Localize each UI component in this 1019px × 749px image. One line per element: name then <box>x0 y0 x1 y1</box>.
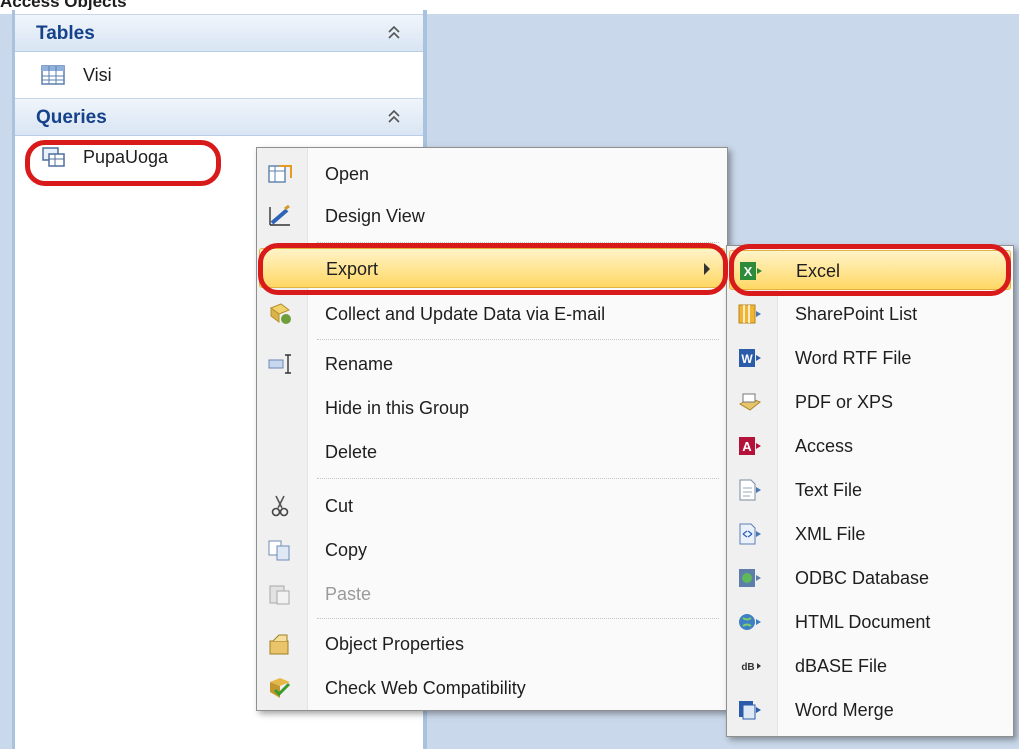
html-icon <box>739 614 761 630</box>
menu-item-label: Text File <box>795 480 863 500</box>
word-icon: W <box>739 349 761 367</box>
menu-separator <box>317 339 719 340</box>
menu-item-label: PDF or XPS <box>795 392 894 412</box>
menu-item-label: Cut <box>325 496 354 516</box>
menu-item-collect-data[interactable]: Collect and Update Data via E-mail <box>259 294 725 334</box>
menu-item-label: Delete <box>325 442 378 462</box>
menu-item-label: Check Web Compatibility <box>325 678 526 698</box>
menu-item-label: Design View <box>325 206 425 226</box>
menu-item-check-web-compatibility[interactable]: Check Web Compatibility <box>259 668 725 708</box>
submenu-item-pdf-xps[interactable]: PDF or XPS <box>729 382 1011 422</box>
menu-item-cut[interactable]: Cut <box>259 486 725 526</box>
collapse-chevron-icon[interactable] <box>387 23 401 43</box>
menu-item-label: dBASE File <box>795 656 888 676</box>
nav-item-label: Visi <box>83 65 112 85</box>
submenu-item-word-rtf[interactable]: W Word RTF File <box>729 338 1011 378</box>
copy-icon <box>268 540 290 561</box>
nav-item-visi[interactable]: Visi <box>37 56 237 96</box>
submenu-item-word-merge[interactable]: Word Merge <box>729 690 1011 730</box>
menu-item-label: SharePoint List <box>795 304 918 324</box>
menu-item-label: Open <box>325 164 370 184</box>
menu-item-label: Collect and Update Data via E-mail <box>325 304 606 324</box>
highlight-ring-export <box>258 243 728 295</box>
collect-data-icon <box>269 303 291 324</box>
menu-item-label: XML File <box>795 524 866 544</box>
word-merge-icon <box>739 701 761 720</box>
menu-item-label: Copy <box>325 540 368 560</box>
menu-item-label: Word Merge <box>795 700 894 720</box>
submenu-item-sharepoint-list[interactable]: SharePoint List <box>729 294 1011 334</box>
menu-separator <box>317 478 719 479</box>
submenu-item-access[interactable]: A Access <box>729 426 1011 466</box>
svg-text:A: A <box>742 439 752 454</box>
xml-icon <box>739 523 761 545</box>
pdf-icon <box>739 393 761 411</box>
scissors-icon <box>271 495 289 517</box>
group-header-queries[interactable]: Queries <box>15 98 423 136</box>
menu-item-label: Paste <box>325 584 372 604</box>
paste-icon <box>269 585 290 605</box>
menu-item-label: Rename <box>325 354 394 374</box>
dbase-icon: dB <box>741 662 761 673</box>
context-menu: Open Design View Export Collect and Upda… <box>256 147 728 711</box>
menu-item-label: Hide in this Group <box>325 398 470 418</box>
group-label-queries: Queries <box>36 107 107 128</box>
menu-item-label: ODBC Database <box>795 568 930 588</box>
menu-item-copy[interactable]: Copy <box>259 530 725 570</box>
menu-item-delete[interactable]: Delete <box>259 432 725 472</box>
svg-text:dB: dB <box>741 662 754 673</box>
svg-text:W: W <box>741 352 753 366</box>
menu-item-label: HTML Document <box>795 612 931 632</box>
menu-item-hide-in-group[interactable]: Hide in this Group <box>259 388 725 428</box>
text-file-icon <box>739 479 761 501</box>
menu-item-paste: Paste <box>259 574 725 614</box>
submenu-item-text-file[interactable]: Text File <box>729 470 1011 510</box>
group-header-tables[interactable]: Tables <box>15 14 423 52</box>
menu-item-rename[interactable]: Rename <box>259 344 725 384</box>
submenu-item-html-document[interactable]: HTML Document <box>729 602 1011 642</box>
submenu-item-xml-file[interactable]: XML File <box>729 514 1011 554</box>
group-label-tables: Tables <box>36 23 95 44</box>
highlight-ring-excel <box>729 244 1011 296</box>
collapse-chevron-icon[interactable] <box>387 107 401 127</box>
design-view-icon <box>269 204 290 226</box>
menu-item-label: Object Properties <box>325 634 465 654</box>
menu-item-label: Access <box>795 436 854 456</box>
highlight-ring-query <box>25 140 221 186</box>
table-icon <box>41 65 65 85</box>
rename-icon <box>268 354 291 374</box>
web-check-icon <box>270 678 291 698</box>
sharepoint-icon <box>738 304 761 324</box>
odbc-icon <box>739 569 761 587</box>
menu-item-design-view[interactable]: Design View <box>259 196 725 236</box>
export-submenu: X Excel SharePoint List W Word RTF File … <box>726 245 1014 737</box>
access-icon: A <box>739 437 761 455</box>
submenu-item-odbc[interactable]: ODBC Database <box>729 558 1011 598</box>
open-icon <box>268 165 292 183</box>
submenu-item-dbase-file[interactable]: dB dBASE File <box>729 646 1011 686</box>
properties-icon <box>269 634 289 655</box>
menu-item-open[interactable]: Open <box>259 154 725 194</box>
menu-separator <box>317 618 719 619</box>
menu-item-object-properties[interactable]: Object Properties <box>259 624 725 664</box>
menu-item-label: Word RTF File <box>795 348 912 368</box>
